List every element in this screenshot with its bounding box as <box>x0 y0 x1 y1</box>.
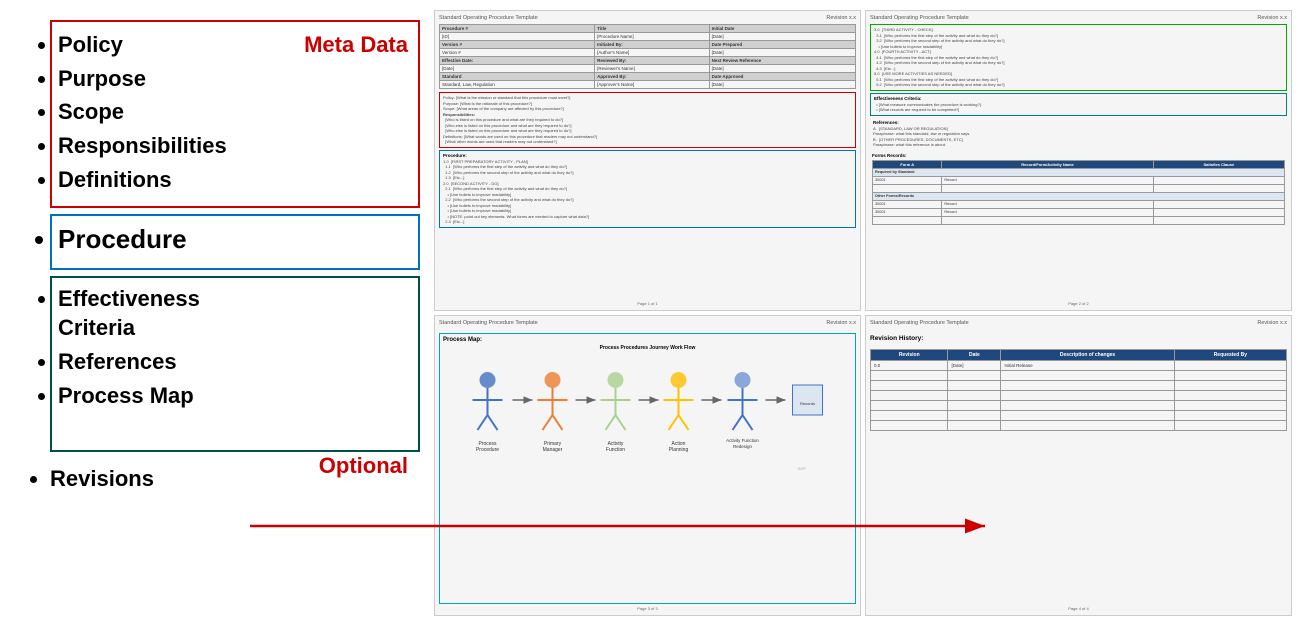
green-activities-section: 3.0 [THIRD ACTIVITY - CHECK] 3.1 [Who pe… <box>870 24 1287 91</box>
svg-text:Manager: Manager <box>543 447 563 453</box>
meta-label: Meta Data <box>304 30 408 60</box>
table-row: Standard, Law, Regulation [Approver's Na… <box>440 81 856 89</box>
card-topright-title: Standard Operating Procedure Template <box>870 15 969 21</box>
table-row: [ID] [Procedure Name] [Date] <box>440 33 856 41</box>
table-row <box>871 391 1287 401</box>
card-topright-footer: Page 2 of 2 <box>870 301 1287 306</box>
table-row: 30001 Record <box>873 208 1285 216</box>
revision-history-table: Revision Date Description of changes Req… <box>870 349 1287 431</box>
table-row <box>871 381 1287 391</box>
table-row: 30001 Record <box>873 200 1285 208</box>
card-topleft-revision: Revision x.x <box>826 15 856 21</box>
card-topright: Standard Operating Procedure Template Re… <box>865 10 1292 311</box>
process-map-title: Process Map: <box>443 337 852 343</box>
card-bottomleft-header: Standard Operating Procedure Template Re… <box>439 320 856 326</box>
table-row <box>871 411 1287 421</box>
optional-box: EffectivenessCriteria References Process… <box>50 276 420 453</box>
card-topleft-header: Standard Operating Procedure Template Re… <box>439 15 856 21</box>
list-item-references: References <box>58 347 408 377</box>
table-row: Form A Record/Form/Activity Name Satisfi… <box>873 160 1285 168</box>
table-row <box>873 184 1285 192</box>
flow-diagram-svg: Process Procedure Primary Manager <box>443 355 852 475</box>
procedure-header-table: Procedure # Title Initial Date [ID] [Pro… <box>439 24 856 89</box>
table-row: Effective Date: Reviewed By: Next Review… <box>440 57 856 65</box>
card-topleft: Standard Operating Procedure Template Re… <box>434 10 861 311</box>
svg-text:Redesign: Redesign <box>733 444 753 449</box>
card-bottomleft-revision: Revision x.x <box>826 320 856 326</box>
card-bottomright-title: Standard Operating Procedure Template <box>870 320 969 326</box>
list-item-responsibilities: Responsibilities <box>58 131 408 161</box>
list-item-process-map: Process Map <box>58 381 408 411</box>
svg-text:Function: Function <box>606 447 625 453</box>
svg-text:Procedure: Procedure <box>476 447 499 453</box>
table-row <box>871 371 1287 381</box>
card-topleft-footer: Page 1 of 1 <box>439 301 856 306</box>
card-bottomright-header: Standard Operating Procedure Template Re… <box>870 320 1287 326</box>
revision-history-label: Revision History: <box>870 335 1287 342</box>
table-row: Version # [Author's Name] [Date] <box>440 49 856 57</box>
table-row: 30001 Record <box>873 176 1285 184</box>
item-list: Meta Data Policy Purpose Scope Responsib… <box>20 20 420 498</box>
table-row: Required by Standard <box>873 168 1285 176</box>
list-item-effectiveness: EffectivenessCriteria <box>58 284 408 343</box>
card-bottomleft-title: Standard Operating Procedure Template <box>439 320 538 326</box>
table-row <box>871 401 1287 411</box>
card-bottomleft-footer: Page 3 of 3 <box>439 606 856 611</box>
table-row: [Date] [Reviewer's Name] [Date] <box>440 65 856 73</box>
table-row: Revision Date Description of changes Req… <box>871 350 1287 361</box>
table-row: Version # Initiated By: Date Prepared <box>440 41 856 49</box>
references-section: References: A. [STANDARD, LAW OR REGULAT… <box>870 118 1287 150</box>
card-bottomright-footer: Page 4 of 4 <box>870 606 1287 611</box>
table-row <box>873 216 1285 224</box>
card-topright-revision: Revision x.x <box>1257 15 1287 21</box>
table-row: Standard Approved By: Date Approved <box>440 73 856 81</box>
list-item-definitions: Definitions <box>58 165 408 195</box>
forms-section: Forms Records: Form A Record/Form/Activi… <box>870 152 1287 226</box>
svg-text:Records: Records <box>800 401 815 406</box>
flow-title: Process Procedures Journey Work Flow <box>443 345 852 351</box>
red-meta-section: Policy: [What is the mission or standard… <box>439 92 856 148</box>
card-bottomleft: Standard Operating Procedure Template Re… <box>434 315 861 616</box>
left-panel: Meta Data Policy Purpose Scope Responsib… <box>0 0 430 626</box>
svg-text:Planning: Planning <box>669 447 689 453</box>
process-map-area: Process Map: Process Procedures Journey … <box>439 333 856 604</box>
list-item-purpose: Purpose <box>58 64 408 94</box>
list-item-procedure: Procedure <box>58 222 408 257</box>
right-panel: Standard Operating Procedure Template Re… <box>430 0 1302 626</box>
table-row: Procedure # Title Initial Date <box>440 25 856 33</box>
card-bottomright: Standard Operating Procedure Template Re… <box>865 315 1292 616</box>
svg-text:SOP: SOP <box>798 466 807 471</box>
svg-text:Activity Function: Activity Function <box>726 438 759 443</box>
card-topleft-title: Standard Operating Procedure Template <box>439 15 538 21</box>
forms-table: Form A Record/Form/Activity Name Satisfi… <box>872 160 1285 225</box>
card-bottomright-revision: Revision x.x <box>1257 320 1287 326</box>
card-topright-header: Standard Operating Procedure Template Re… <box>870 15 1287 21</box>
optional-label: Optional <box>319 451 408 481</box>
table-row: 0.0 [Date] Initial Release <box>871 361 1287 371</box>
blue-procedure-section: Procedure: 1.0 [FIRST PREPARATORY ACTIVI… <box>439 150 856 228</box>
meta-box: Meta Data Policy Purpose Scope Responsib… <box>50 20 420 208</box>
procedure-box: Procedure <box>50 214 420 269</box>
table-row: Other Forms/Records <box>873 192 1285 200</box>
list-item-scope: Scope <box>58 97 408 127</box>
effectiveness-section: Effectiveness Criteria: • [What measure … <box>870 93 1287 116</box>
table-row <box>871 421 1287 431</box>
